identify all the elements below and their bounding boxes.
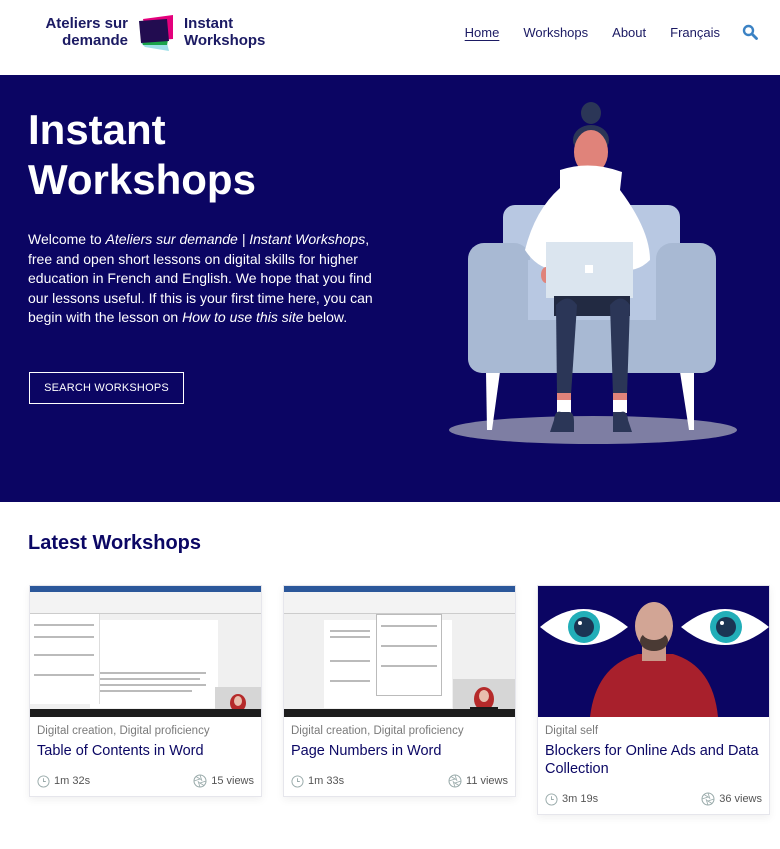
workshop-categories: Digital creation, Digital proficiency <box>37 725 210 737</box>
aperture-views-icon <box>448 774 462 788</box>
logo-text-french: Ateliers sur demande <box>44 15 128 49</box>
clock-icon <box>37 774 50 788</box>
site-header: Ateliers sur demande Instant Workshops H… <box>0 0 780 75</box>
aperture-views-icon <box>193 774 207 788</box>
sock-left <box>557 393 571 400</box>
intro-lesson-name: How to use this site <box>182 309 304 325</box>
sock-right-white <box>613 400 627 413</box>
workshop-title[interactable]: Page Numbers in Word <box>291 742 508 760</box>
workshop-thumbnail[interactable] <box>538 586 769 717</box>
sock-left-white <box>557 400 571 413</box>
logo-text-english: Instant Workshops <box>184 15 265 49</box>
clock-icon <box>545 792 558 806</box>
workshop-title[interactable]: Table of Contents in Word <box>37 742 254 760</box>
workshop-categories: Digital self <box>545 725 599 737</box>
workshop-title[interactable]: Blockers for Online Ads and Data Collect… <box>545 742 762 778</box>
workshop-thumbnail[interactable] <box>30 586 261 717</box>
intro-part: Welcome to <box>28 231 106 247</box>
nav-language-toggle[interactable]: Français <box>670 25 720 40</box>
workshop-card[interactable]: Digital creation, Digital proficiency Ta… <box>29 585 262 797</box>
eyes-presenter-thumbnail <box>540 602 769 717</box>
workshop-views: 15 views <box>211 775 254 787</box>
aperture-views-icon <box>701 792 715 806</box>
hero-intro-text: Welcome to Ateliers sur demande | Instan… <box>28 230 390 328</box>
workshop-thumbnail[interactable] <box>284 586 515 717</box>
search-workshops-button[interactable]: SEARCH WORKSHOPS <box>29 372 184 404</box>
intro-part: below. <box>303 309 348 325</box>
leg-right <box>610 298 630 395</box>
workshop-views: 36 views <box>719 793 762 805</box>
workshop-views: 11 views <box>466 775 508 787</box>
leg-left <box>556 298 577 395</box>
hero-title: Instant Workshops <box>28 105 256 205</box>
hair-bun <box>581 102 601 124</box>
hero-title-line1: Instant <box>28 106 166 153</box>
laptop-logo <box>585 265 593 273</box>
nav-about[interactable]: About <box>612 25 646 40</box>
word-screenshot-thumbnail <box>30 586 261 717</box>
site-logo[interactable]: Ateliers sur demande Instant Workshops <box>44 12 265 52</box>
workshop-duration: 3m 19s <box>562 793 599 805</box>
hero-title-line2: Workshops <box>28 156 256 203</box>
logo-english-line2: Workshops <box>184 32 266 49</box>
person-on-armchair-illustration <box>449 102 737 444</box>
intro-site-name: Ateliers sur demande | Instant Workshops <box>105 231 366 247</box>
workshop-categories: Digital creation, Digital proficiency <box>291 725 464 737</box>
shoe-left <box>550 411 574 432</box>
logo-french-line2: demande <box>62 32 128 49</box>
sock-right <box>613 393 627 400</box>
hero-section: Instant Workshops Welcome to Ateliers su… <box>0 75 780 502</box>
workshop-card[interactable]: Digital creation, Digital proficiency Pa… <box>283 585 516 797</box>
logo-english-line1: Instant <box>184 15 234 32</box>
main-nav: Home Workshops About Français <box>441 24 758 40</box>
latest-workshops-heading: Latest Workshops <box>28 532 201 554</box>
chair-seat <box>468 315 716 373</box>
workshop-duration: 1m 32s <box>54 775 91 787</box>
search-icon[interactable] <box>742 24 758 40</box>
nav-home[interactable]: Home <box>465 25 500 40</box>
clock-icon <box>291 774 304 788</box>
word-screenshot-thumbnail <box>284 586 515 717</box>
nav-workshops[interactable]: Workshops <box>523 25 588 40</box>
logo-french-line1: Ateliers sur <box>45 15 128 32</box>
logo-mark-icon <box>139 15 173 51</box>
workshop-card[interactable]: Digital self Blockers for Online Ads and… <box>537 585 770 815</box>
workshop-duration: 1m 33s <box>308 775 345 787</box>
